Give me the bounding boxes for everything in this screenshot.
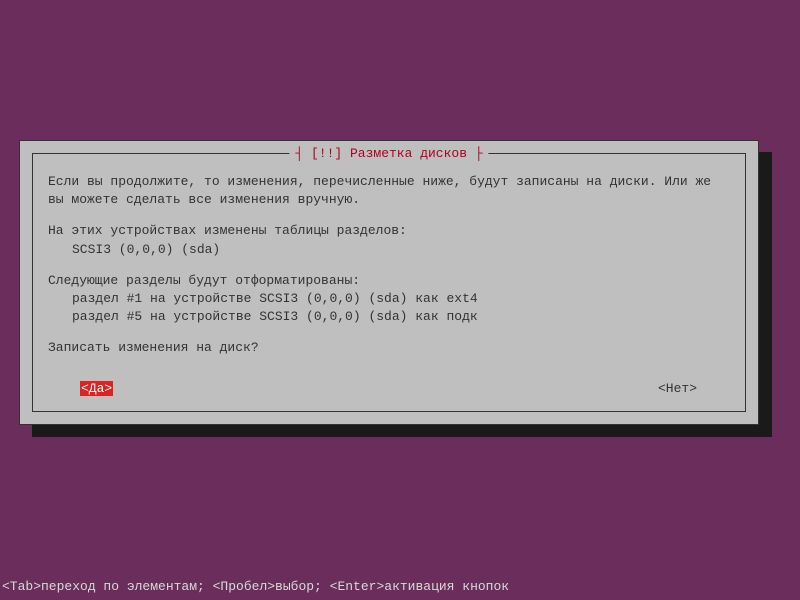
confirm-question: Записать изменения на диск? bbox=[48, 339, 730, 357]
partition-dialog: ┤ [!!] Разметка дисков ├ Если вы продолж… bbox=[19, 140, 759, 425]
button-row: <Да> <Нет> bbox=[20, 381, 758, 396]
yes-button[interactable]: <Да> bbox=[80, 381, 113, 396]
partition-tables-item: SCSI3 (0,0,0) (sda) bbox=[48, 241, 730, 259]
partition-tables-header: На этих устройствах изменены таблицы раз… bbox=[48, 222, 730, 240]
format-item: раздел #5 на устройстве SCSI3 (0,0,0) (s… bbox=[48, 308, 730, 326]
format-item: раздел #1 на устройстве SCSI3 (0,0,0) (s… bbox=[48, 290, 730, 308]
dialog-title-text: [!!] Разметка дисков bbox=[311, 146, 467, 161]
format-header: Следующие разделы будут отформатированы: bbox=[48, 272, 730, 290]
dialog-content: Если вы продолжите, то изменения, перечи… bbox=[48, 173, 730, 371]
format-section: Следующие разделы будут отформатированы:… bbox=[48, 272, 730, 327]
dialog-title: ┤ [!!] Разметка дисков ├ bbox=[289, 146, 488, 161]
partition-tables-section: На этих устройствах изменены таблицы раз… bbox=[48, 222, 730, 258]
footer-hints: <Tab>переход по элементам; <Пробел>выбор… bbox=[2, 579, 509, 594]
no-button[interactable]: <Нет> bbox=[657, 381, 698, 396]
intro-paragraph: Если вы продолжите, то изменения, перечи… bbox=[48, 173, 730, 209]
